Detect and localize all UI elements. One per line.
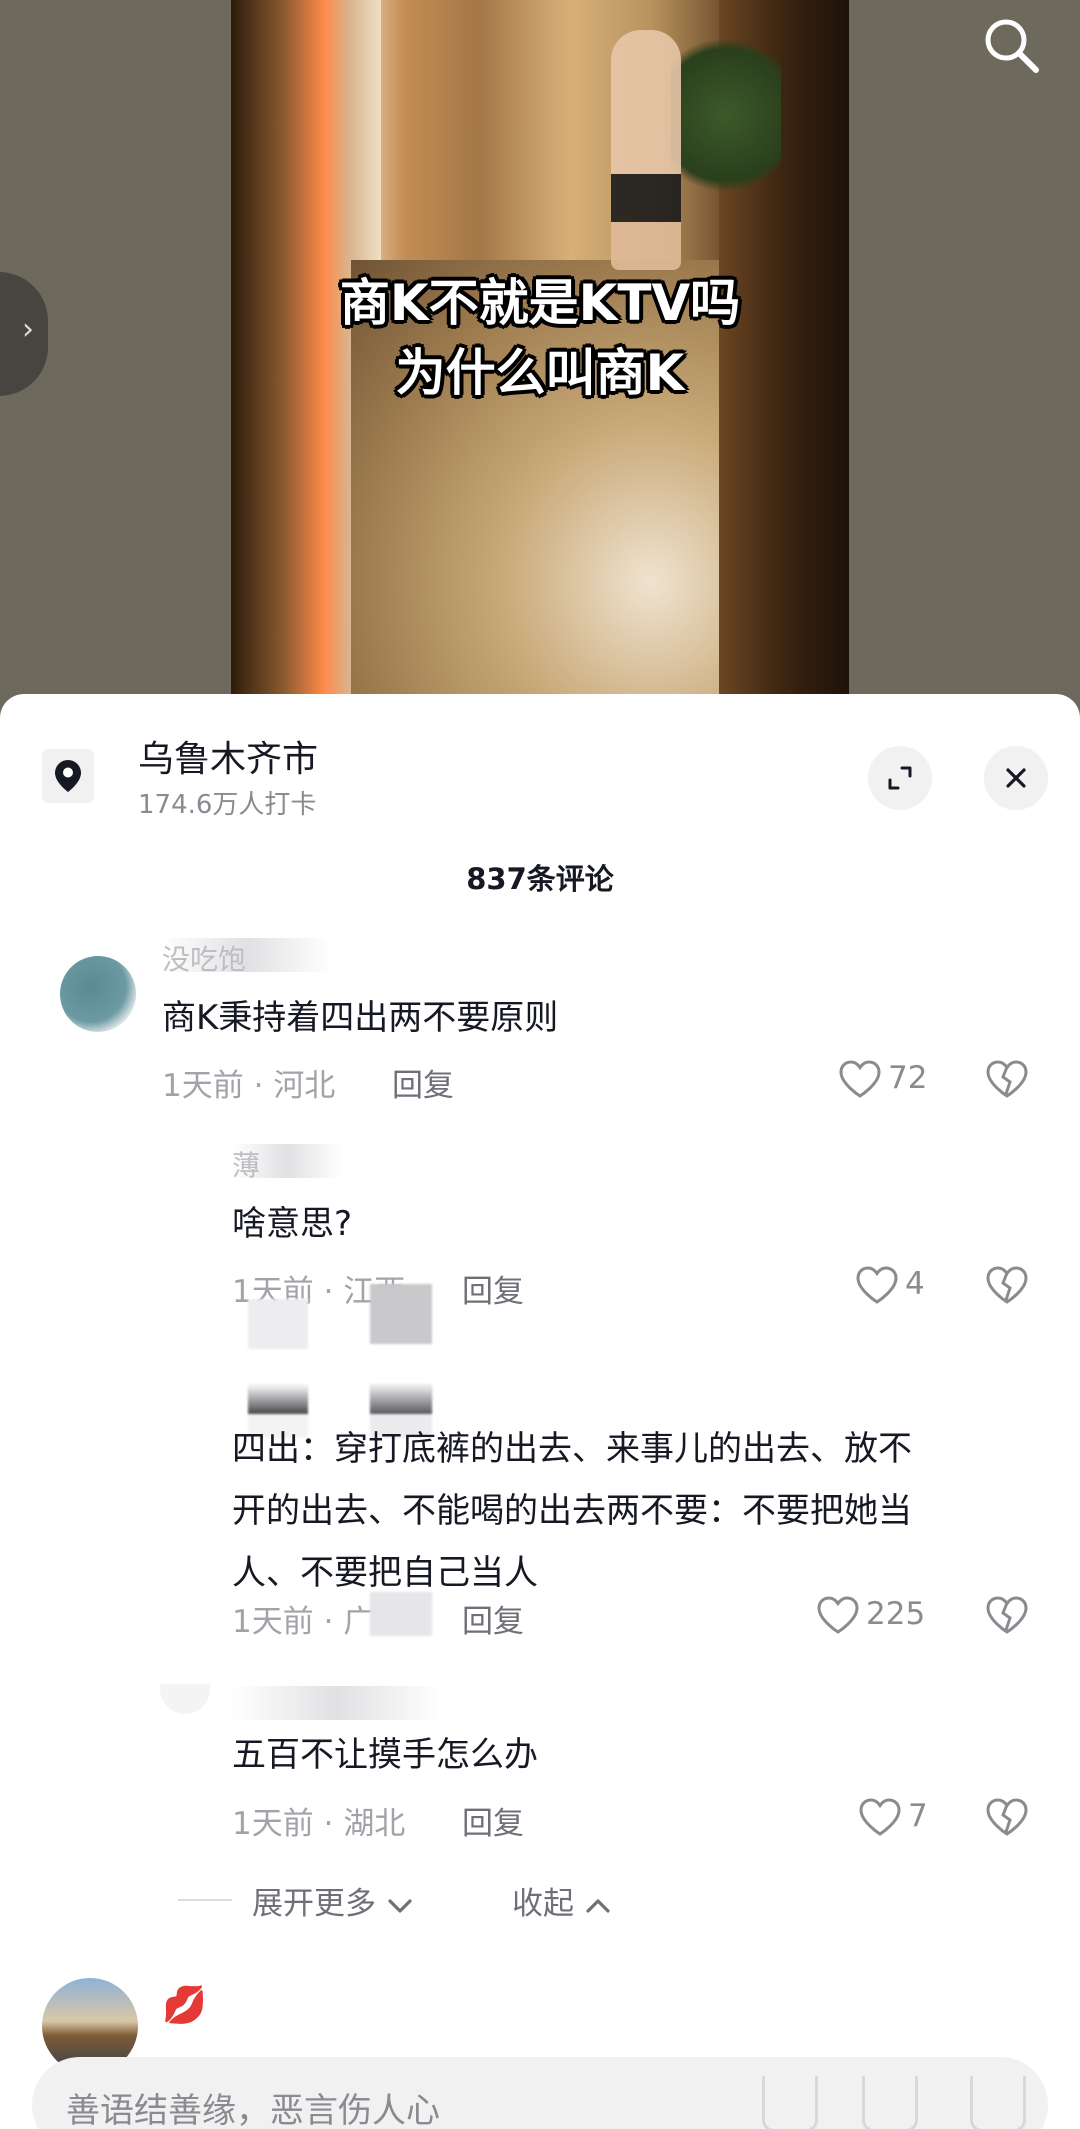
chevron-right-icon: › — [22, 312, 34, 347]
image-icon[interactable] — [862, 2076, 918, 2129]
comment-region: 河北 — [273, 1068, 336, 1104]
video-caption-line1: 商K不就是KTV吗 — [339, 274, 741, 332]
mention-icon[interactable] — [970, 2076, 1026, 2129]
search-button[interactable] — [980, 14, 1044, 78]
redacted-block — [370, 1386, 432, 1414]
redacted-block — [248, 1299, 308, 1349]
redacted-block — [370, 1284, 432, 1344]
reply-button[interactable]: 回复 — [462, 1266, 524, 1311]
redacted-block — [248, 1386, 308, 1414]
comment-sheet: 乌鲁木齐市 174.6万人打卡 837条评论 没吃饱 商K秉持着四出两不要原则 … — [0, 694, 1080, 2129]
comment-author[interactable] — [232, 1686, 442, 1720]
like-count: 7 — [908, 1798, 928, 1834]
comment-time: 1天前 — [162, 1068, 244, 1104]
expand-button[interactable] — [868, 746, 932, 810]
comment-text-line[interactable]: 四出：穿打底裤的出去、来事儿的出去、放不 — [232, 1418, 912, 1480]
chevron-up-icon — [586, 1898, 610, 1913]
redacted-block — [370, 1592, 432, 1636]
close-button[interactable] — [984, 746, 1048, 810]
video-caption: 商K不就是KTV吗 为什么叫商K — [231, 268, 849, 408]
avatar[interactable] — [160, 1684, 210, 1714]
reply-button[interactable]: 回复 — [392, 1060, 454, 1105]
comment-time: 1天前 — [232, 1604, 314, 1640]
meta-dot: · — [323, 1806, 344, 1842]
broken-heart-icon[interactable] — [985, 1797, 1029, 1837]
broken-heart-icon[interactable] — [985, 1595, 1029, 1635]
comment-meta: 1天前 · 湖北 — [232, 1798, 405, 1843]
lips-badge-icon: 💋 — [162, 1985, 207, 2026]
meta-dot: · — [323, 1274, 344, 1310]
avatar[interactable] — [60, 956, 136, 1032]
like-count: 225 — [866, 1596, 926, 1632]
expand-icon — [888, 766, 912, 790]
comment-author[interactable]: 没吃饱 — [162, 938, 332, 976]
heart-icon[interactable] — [816, 1595, 860, 1635]
location-pin-icon — [55, 760, 81, 792]
video-person — [611, 30, 681, 270]
expand-divider — [178, 1899, 232, 1901]
reply-button[interactable]: 回复 — [462, 1798, 524, 1843]
comment-text[interactable]: 商K秉持着四出两不要原则 — [162, 987, 558, 1049]
comment-input-placeholder: 善语结善缘，恶言伤人心 — [66, 2091, 440, 2129]
like-count: 72 — [888, 1060, 928, 1096]
reply-button[interactable]: 回复 — [462, 1596, 524, 1641]
chevron-down-icon — [388, 1898, 412, 1913]
comment-region: 湖北 — [343, 1806, 406, 1842]
comment-text-line[interactable]: 开的出去、不能喝的出去两不要：不要把她当 — [232, 1480, 912, 1542]
video-caption-line2: 为什么叫商K — [395, 344, 685, 402]
comment-text[interactable]: 五百不让摸手怎么办 — [232, 1724, 538, 1786]
heart-icon[interactable] — [858, 1797, 902, 1837]
meta-dot: · — [323, 1604, 344, 1640]
emoji-icon[interactable] — [762, 2076, 818, 2129]
broken-heart-icon[interactable] — [985, 1265, 1029, 1305]
collapse-label: 收起 — [512, 1886, 574, 1922]
comment-time: 1天前 — [232, 1806, 314, 1842]
collapse-button[interactable]: 收起 — [512, 1878, 612, 1923]
expand-more-button[interactable]: 展开更多 — [252, 1878, 414, 1923]
location-button[interactable] — [42, 749, 94, 803]
close-icon — [1006, 768, 1026, 788]
expand-more-label: 展开更多 — [252, 1886, 376, 1922]
meta-dot: · — [253, 1068, 274, 1104]
heart-icon[interactable] — [838, 1059, 882, 1099]
heart-icon[interactable] — [855, 1265, 899, 1305]
comment-meta: 1天前 · 河北 — [162, 1060, 335, 1105]
comment-count: 837条评论 — [466, 862, 614, 896]
broken-heart-icon[interactable] — [985, 1059, 1029, 1099]
location-checkins: 174.6万人打卡 — [138, 790, 317, 820]
location-name[interactable]: 乌鲁木齐市 — [138, 730, 318, 782]
search-icon — [985, 19, 1039, 73]
comment-text[interactable]: 啥意思? — [232, 1193, 352, 1255]
like-count: 4 — [905, 1266, 925, 1302]
video-plant — [671, 20, 781, 210]
comment-author[interactable]: 薄 — [232, 1144, 342, 1182]
